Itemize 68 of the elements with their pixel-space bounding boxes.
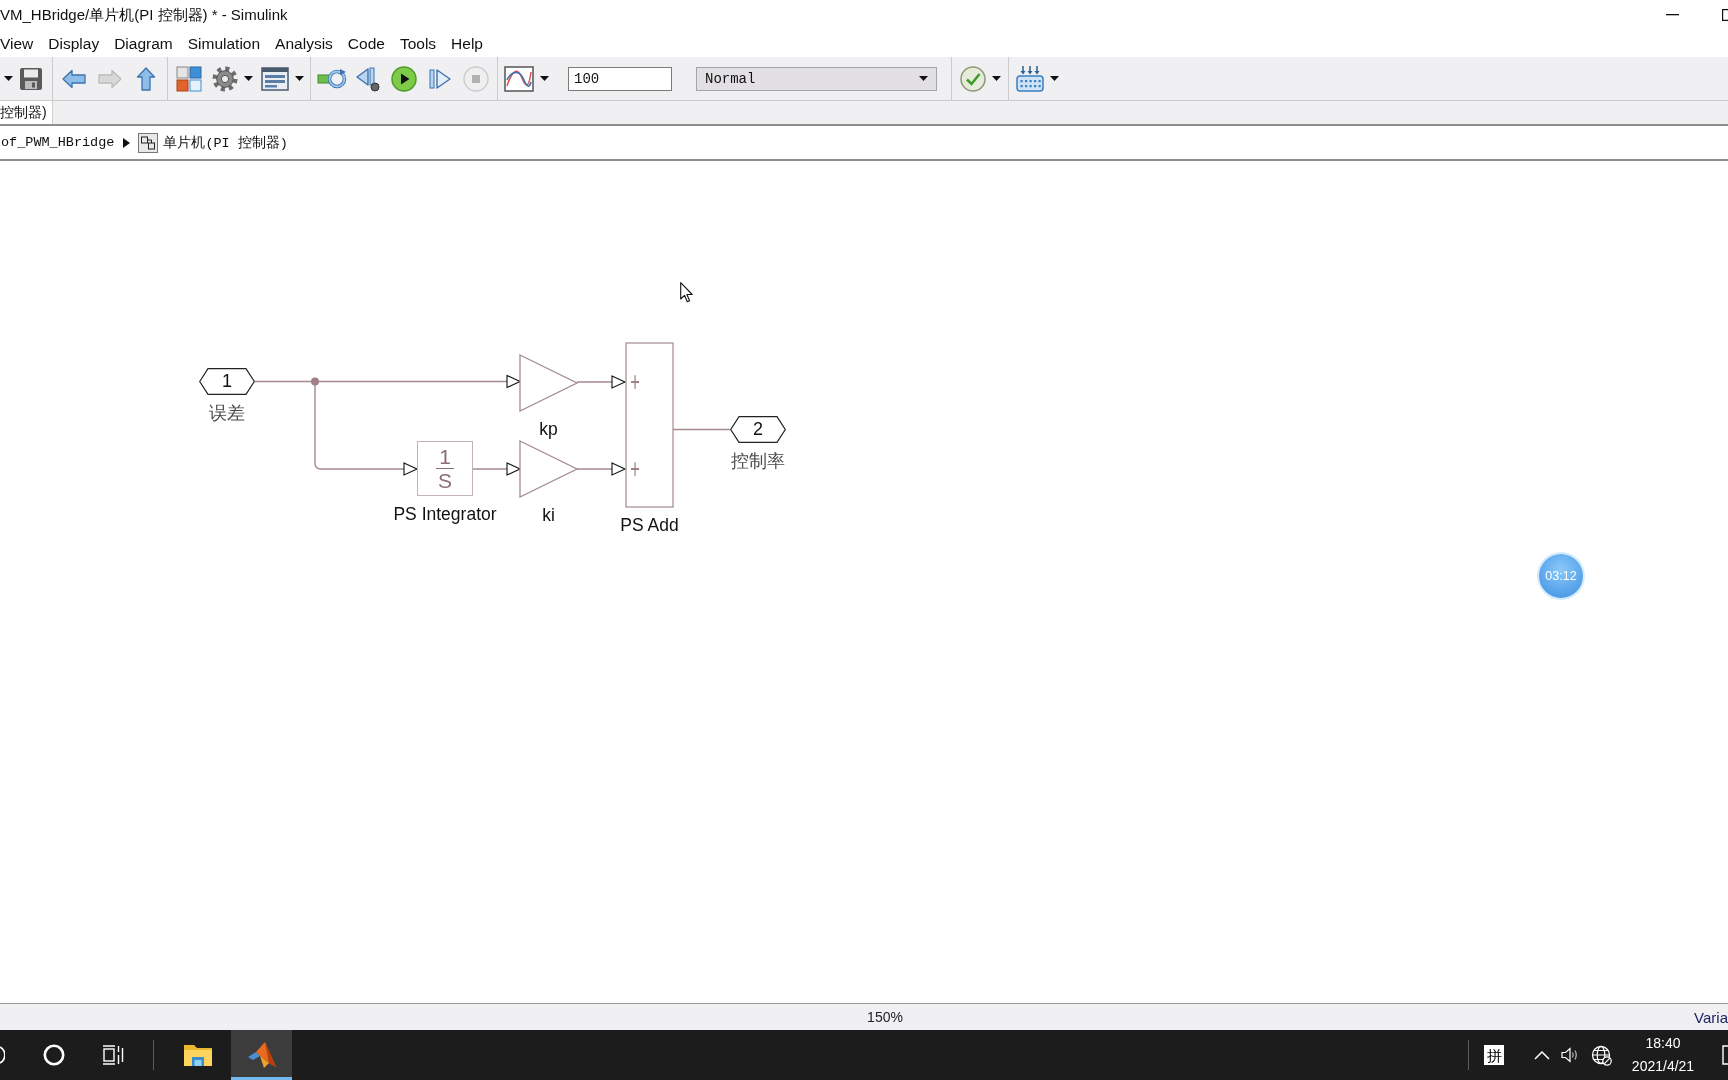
timer-badge: 03:12 — [1539, 554, 1583, 598]
gain-block — [519, 439, 579, 499]
step-back-icon — [356, 65, 380, 92]
port-label: 误差 — [209, 402, 245, 424]
branch-point-icon — [311, 377, 319, 386]
menu-item[interactable]: Help — [451, 34, 483, 53]
menu-item[interactable]: Diagram — [114, 34, 173, 53]
signal-line — [576, 462, 627, 476]
caret-icon — [3, 76, 13, 81]
stop-icon — [463, 65, 489, 92]
port-sign: + — [630, 368, 640, 396]
keypad-arrows-icon — [1015, 65, 1044, 92]
notification-icon[interactable] — [1722, 1045, 1728, 1065]
stop-time-field[interactable]: 100 — [568, 66, 672, 91]
step-forward-icon — [429, 67, 451, 90]
input-method-indicator[interactable]: 拼 — [1484, 1045, 1504, 1065]
breadcrumb-link[interactable]: 单片机(PI 控制器) — [138, 132, 288, 153]
menu-item[interactable]: Simulation — [187, 34, 261, 53]
menu-item[interactable]: Code — [347, 34, 385, 53]
signal-line — [472, 462, 522, 476]
block-label: PS Add — [620, 514, 679, 536]
menu-item[interactable]: Tools — [399, 34, 437, 53]
chevron-up-icon[interactable] — [1534, 1050, 1550, 1060]
taskbar-app-button[interactable] — [231, 1030, 292, 1080]
task-view-icon[interactable] — [102, 1045, 124, 1065]
block-label: ki — [542, 504, 555, 526]
check-icon — [959, 65, 986, 92]
peak-logo-icon — [246, 1041, 277, 1069]
status-text: Varia — [1694, 1008, 1728, 1026]
gear-icon — [211, 65, 238, 92]
signal-line — [576, 375, 627, 389]
right-arrow-icon — [98, 68, 122, 89]
simulation-mode-dropdown[interactable]: Normal — [696, 66, 937, 91]
subsystem-icon — [138, 132, 159, 153]
breadcrumb-link[interactable]: of_PWM_HBridge — [1, 135, 115, 150]
window-title: VM_HBridge/单片机(PI 控制器) * - Simulink — [0, 5, 288, 25]
search-icon[interactable] — [0, 1046, 5, 1064]
up-arrow-icon — [136, 66, 156, 91]
block-label: PS Integrator — [393, 503, 497, 525]
line-chart-icon — [503, 65, 534, 92]
minimize-icon[interactable] — [1666, 14, 1679, 16]
cursor-icon — [680, 282, 693, 303]
clock-time: 18:40 — [1645, 1034, 1681, 1053]
port-sign: + — [630, 455, 640, 483]
list-window-icon — [260, 66, 289, 91]
menu-item[interactable]: Analysis — [275, 34, 333, 53]
ring-icon[interactable] — [43, 1044, 65, 1066]
integrator-block: 1 S — [417, 441, 473, 496]
menu-item[interactable]: Display — [48, 34, 100, 53]
breadcrumb-arrow-icon — [123, 137, 131, 148]
tile-grid-icon — [176, 65, 202, 92]
speaker-icon[interactable] — [1561, 1047, 1579, 1063]
port-block: 1 — [199, 368, 255, 395]
refresh-icon — [317, 67, 347, 90]
zoom-level: 150% — [867, 1009, 903, 1025]
block-label: kp — [539, 418, 558, 440]
clock-date: 2021/4/21 — [1631, 1057, 1695, 1076]
gain-block — [519, 353, 579, 413]
port-label: 控制率 — [731, 450, 785, 472]
port-block: 2 — [730, 416, 786, 443]
signal-line — [672, 428, 731, 431]
globe-icon[interactable] — [1591, 1044, 1612, 1066]
tab[interactable]: 控制器) — [0, 101, 53, 124]
play-icon — [391, 65, 417, 92]
menu-item[interactable]: View — [0, 34, 34, 53]
folder-icon — [183, 1042, 213, 1068]
left-arrow-icon — [62, 68, 86, 89]
maximize-icon[interactable] — [1722, 9, 1728, 21]
